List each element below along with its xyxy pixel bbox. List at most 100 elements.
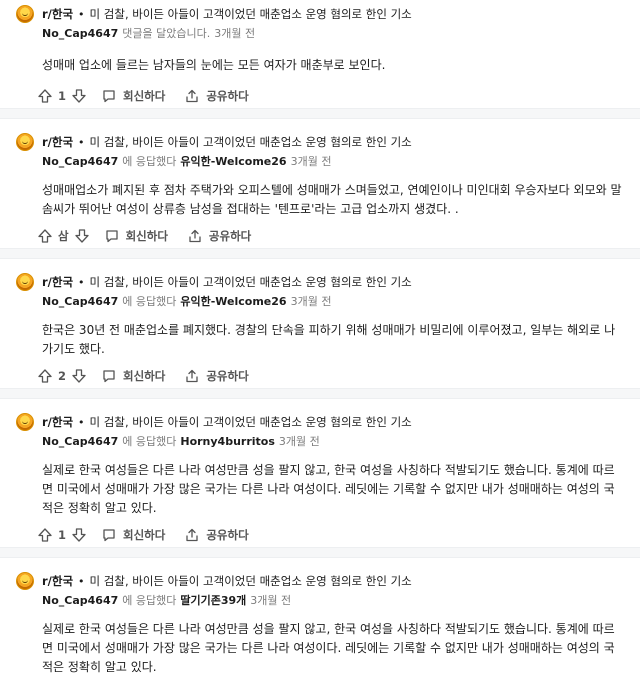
action-text: 에 응답했다 bbox=[122, 155, 177, 168]
upvote-arrow-icon[interactable] bbox=[38, 229, 52, 243]
comment-meta: No_Cap4647 댓글을 달았습니다. 3개월 전 bbox=[42, 24, 624, 42]
reply-button[interactable]: 회신하다 bbox=[102, 88, 165, 104]
timestamp: 3개월 전 bbox=[290, 155, 332, 168]
share-button[interactable]: 공유하다 bbox=[185, 527, 249, 543]
subreddit-link[interactable]: r/한국 bbox=[42, 134, 73, 150]
parent-username-link[interactable]: 유익한-Welcome26 bbox=[180, 293, 286, 309]
share-icon bbox=[186, 89, 198, 103]
vote-count: 1 bbox=[58, 528, 67, 542]
action-text: 에 응답했다 bbox=[122, 435, 177, 448]
downvote-arrow-icon[interactable] bbox=[72, 528, 86, 542]
subreddit-link[interactable]: r/한국 bbox=[42, 414, 73, 430]
reply-button[interactable]: 회신하다 bbox=[102, 368, 165, 384]
subreddit-avatar-icon[interactable] bbox=[16, 572, 34, 590]
separator-dot: • bbox=[78, 7, 85, 21]
timestamp: 3개월 전 bbox=[250, 594, 292, 607]
reply-label: 회신하다 bbox=[123, 528, 166, 542]
subreddit-avatar-icon[interactable] bbox=[16, 413, 34, 431]
comment-body: 성매매 업소에 들르는 남자들의 눈에는 모든 여자가 매춘부로 보인다. bbox=[42, 58, 386, 72]
comment-meta: No_Cap4647 에 응답했다 유익한-Welcome26 3개월 전 bbox=[42, 152, 624, 170]
timestamp: 3개월 전 bbox=[290, 295, 332, 308]
vote-group: 2 bbox=[38, 369, 86, 383]
share-button[interactable]: 공유하다 bbox=[185, 88, 249, 104]
comment-actions: 2 회신하다 공유하다 bbox=[38, 361, 624, 391]
comment-actions: 1 회신하다 공유하다 bbox=[38, 520, 624, 550]
comment-card[interactable]: r/한국 • 미 검찰, 바이든 아들이 고객이었던 매춘업소 운영 혐의로 한… bbox=[0, 119, 640, 248]
vote-group: 1 bbox=[38, 528, 86, 542]
username-link[interactable]: No_Cap4647 bbox=[42, 435, 118, 448]
post-title-link[interactable]: 미 검찰, 바이든 아들이 고객이었던 매춘업소 운영 혐의로 한인 기소 bbox=[90, 573, 412, 589]
comment-body: 실제로 한국 여성들은 다른 나라 여성만큼 성을 팔지 않고, 한국 여성을 … bbox=[42, 463, 615, 515]
upvote-arrow-icon[interactable] bbox=[38, 369, 52, 383]
separator-dot: • bbox=[78, 275, 85, 289]
timestamp: 3개월 전 bbox=[278, 435, 320, 448]
comment-bubble-icon bbox=[103, 370, 115, 383]
comment-card[interactable]: r/한국 • 미 검찰, 바이든 아들이 고객이었던 매춘업소 운영 혐의로 한… bbox=[0, 399, 640, 547]
comment-card[interactable]: r/한국 • 미 검찰, 바이든 아들이 고객이었던 매춘업소 운영 혐의로 한… bbox=[0, 259, 640, 388]
username-link[interactable]: No_Cap4647 bbox=[42, 27, 118, 40]
comment-bubble-icon bbox=[103, 529, 115, 542]
action-text: 에 응답했다 bbox=[122, 594, 177, 607]
comment-body: 성매매업소가 폐지된 후 점차 주택가와 오피스텔에 성매매가 스며들었고, 연… bbox=[42, 183, 622, 216]
username-link[interactable]: No_Cap4647 bbox=[42, 594, 118, 607]
separator-dot: • bbox=[78, 574, 85, 588]
comment-header: r/한국 • 미 검찰, 바이든 아들이 고객이었던 매춘업소 운영 혐의로 한… bbox=[16, 412, 624, 432]
subreddit-avatar-icon[interactable] bbox=[16, 5, 34, 23]
comment-header: r/한국 • 미 검찰, 바이든 아들이 고객이었던 매춘업소 운영 혐의로 한… bbox=[16, 132, 624, 152]
post-title-link[interactable]: 미 검찰, 바이든 아들이 고객이었던 매춘업소 운영 혐의로 한인 기소 bbox=[90, 414, 412, 430]
vote-count: 삼 bbox=[58, 229, 69, 243]
comment-card[interactable]: r/한국 • 미 검찰, 바이든 아들이 고객이었던 매춘업소 운영 혐의로 한… bbox=[0, 558, 640, 678]
username-link[interactable]: No_Cap4647 bbox=[42, 295, 118, 308]
vote-count: 1 bbox=[58, 89, 67, 103]
comment-actions: 삼 회신하다 공유하다 bbox=[38, 221, 624, 251]
share-button[interactable]: 공유하다 bbox=[185, 368, 249, 384]
share-button[interactable]: 공유하다 bbox=[188, 228, 251, 244]
post-title-link[interactable]: 미 검찰, 바이든 아들이 고객이었던 매춘업소 운영 혐의로 한인 기소 bbox=[90, 134, 412, 150]
action-text: 댓글을 달았습니다. bbox=[122, 27, 211, 40]
share-icon bbox=[186, 369, 198, 383]
post-title-link[interactable]: 미 검찰, 바이든 아들이 고객이었던 매춘업소 운영 혐의로 한인 기소 bbox=[90, 274, 412, 290]
comment-meta: No_Cap4647 에 응답했다 Horny4burritos 3개월 전 bbox=[42, 432, 624, 450]
subreddit-avatar-icon[interactable] bbox=[16, 133, 34, 151]
share-icon bbox=[186, 528, 198, 542]
separator-dot: • bbox=[78, 415, 85, 429]
upvote-arrow-icon[interactable] bbox=[38, 89, 52, 103]
reply-button[interactable]: 회신하다 bbox=[105, 228, 168, 244]
downvote-arrow-icon[interactable] bbox=[72, 89, 86, 103]
vote-group: 1 bbox=[38, 89, 86, 103]
parent-username-link[interactable]: Horny4burritos bbox=[180, 435, 275, 448]
share-label: 공유하다 bbox=[208, 229, 252, 243]
subreddit-link[interactable]: r/한국 bbox=[42, 573, 73, 589]
subreddit-link[interactable]: r/한국 bbox=[42, 6, 73, 22]
comment-card[interactable]: r/한국 • 미 검찰, 바이든 아들이 고객이었던 매춘업소 운영 혐의로 한… bbox=[0, 0, 640, 108]
reply-label: 회신하다 bbox=[125, 229, 168, 243]
share-label: 공유하다 bbox=[206, 369, 249, 383]
reply-button[interactable]: 회신하다 bbox=[102, 527, 165, 543]
downvote-arrow-icon[interactable] bbox=[72, 369, 86, 383]
share-label: 공유하다 bbox=[206, 528, 249, 542]
parent-username-link[interactable]: 딸기기존39개 bbox=[180, 592, 246, 608]
upvote-arrow-icon[interactable] bbox=[38, 528, 52, 542]
comment-feed: r/한국 • 미 검찰, 바이든 아들이 고객이었던 매춘업소 운영 혐의로 한… bbox=[0, 0, 640, 678]
subreddit-avatar-icon[interactable] bbox=[16, 273, 34, 291]
comment-bubble-icon bbox=[105, 230, 118, 243]
reply-label: 회신하다 bbox=[123, 89, 166, 103]
reply-label: 회신하다 bbox=[123, 369, 166, 383]
username-link[interactable]: No_Cap4647 bbox=[42, 155, 118, 168]
comment-actions: 1 회신하다 공유하다 bbox=[38, 81, 624, 111]
action-text: 에 응답했다 bbox=[122, 295, 177, 308]
comment-header: r/한국 • 미 검찰, 바이든 아들이 고객이었던 매춘업소 운영 혐의로 한… bbox=[16, 571, 624, 591]
post-title-link[interactable]: 미 검찰, 바이든 아들이 고객이었던 매춘업소 운영 혐의로 한인 기소 bbox=[90, 6, 412, 22]
downvote-arrow-icon[interactable] bbox=[74, 229, 89, 243]
comment-header: r/한국 • 미 검찰, 바이든 아들이 고객이었던 매춘업소 운영 혐의로 한… bbox=[16, 4, 624, 24]
comment-bubble-icon bbox=[103, 90, 115, 103]
comment-body: 실제로 한국 여성들은 다른 나라 여성만큼 성을 팔지 않고, 한국 여성을 … bbox=[42, 622, 615, 674]
comment-body: 한국은 30년 전 매춘업소를 폐지했다. 경찰의 단속을 피하기 위해 성매매… bbox=[42, 323, 616, 356]
timestamp: 3개월 전 bbox=[214, 27, 256, 40]
parent-username-link[interactable]: 유익한-Welcome26 bbox=[180, 153, 286, 169]
separator-dot: • bbox=[78, 135, 85, 149]
subreddit-link[interactable]: r/한국 bbox=[42, 274, 73, 290]
comment-header: r/한국 • 미 검찰, 바이든 아들이 고객이었던 매춘업소 운영 혐의로 한… bbox=[16, 272, 624, 292]
vote-count: 2 bbox=[58, 369, 67, 383]
comment-meta: No_Cap4647 에 응답했다 유익한-Welcome26 3개월 전 bbox=[42, 292, 624, 310]
